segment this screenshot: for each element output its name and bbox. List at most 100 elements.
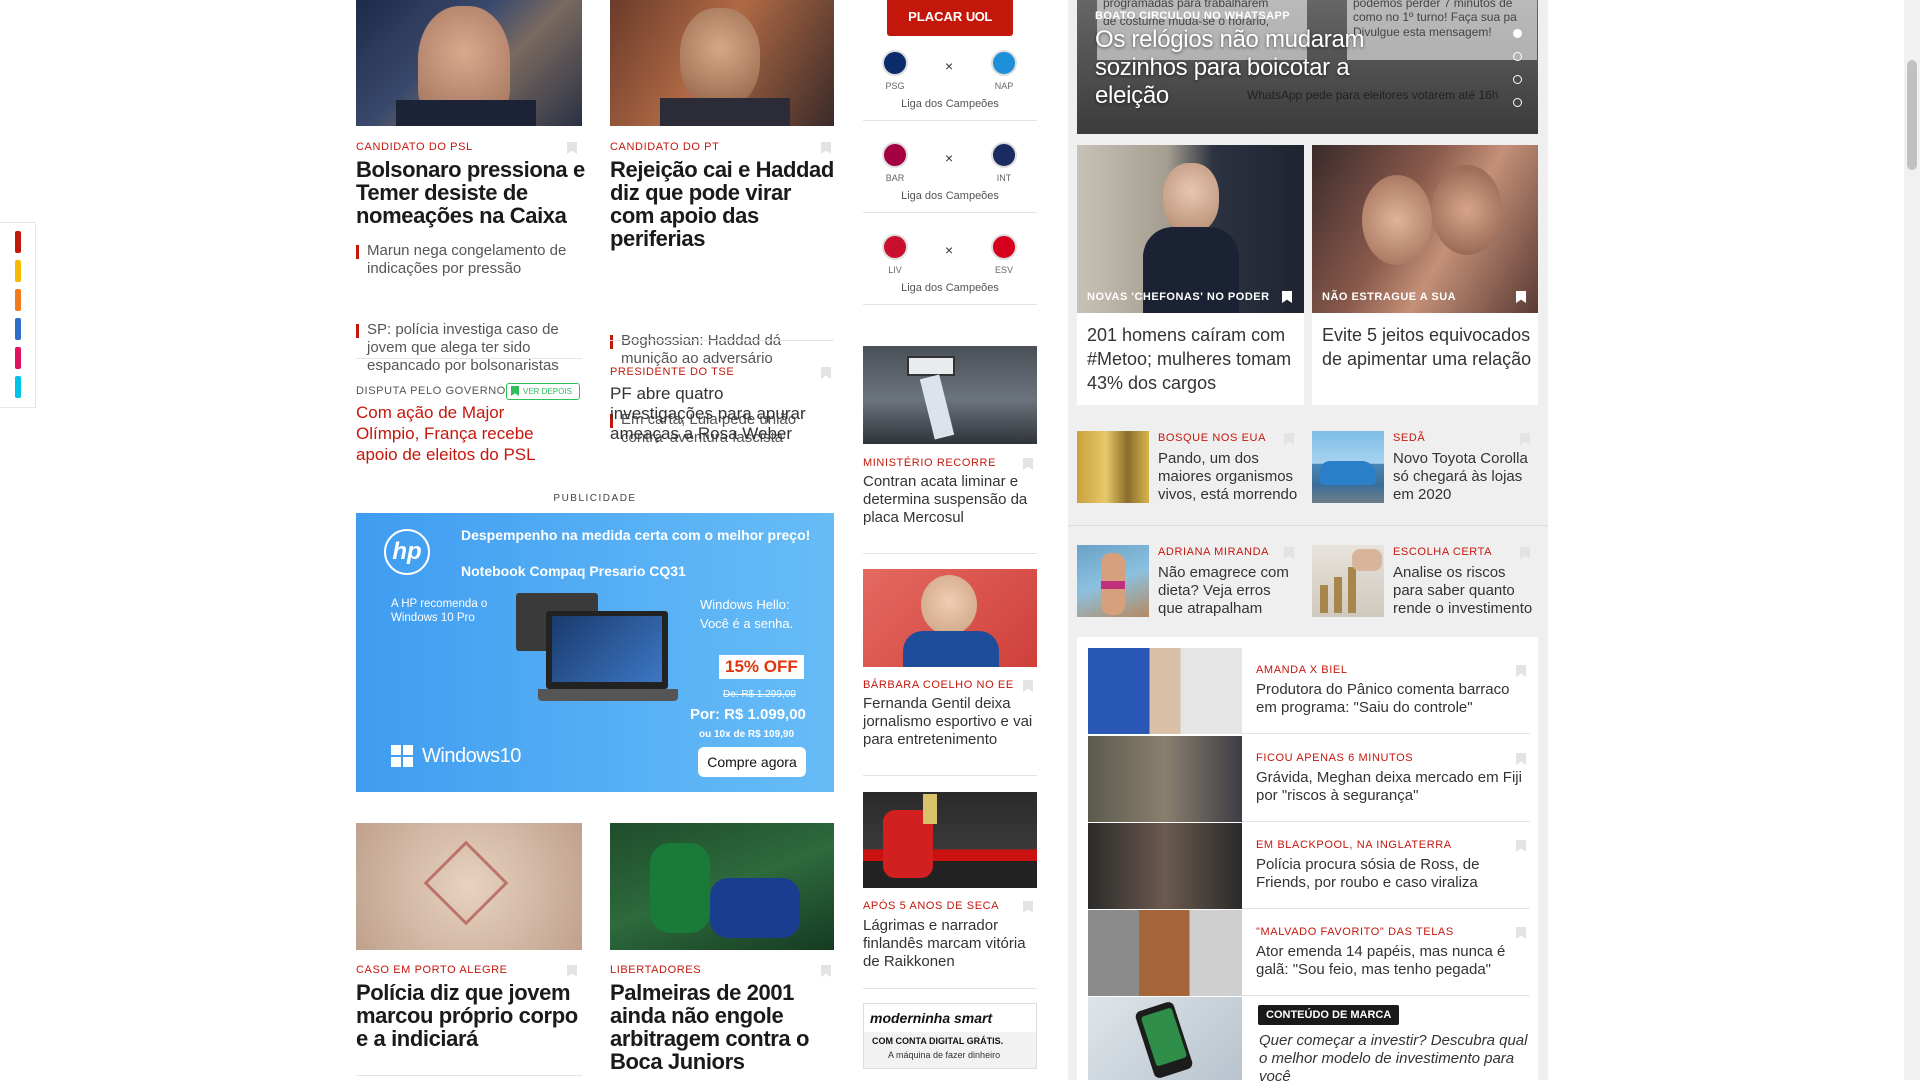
headline-link[interactable]: Pando, um dos maiores organismos vivos, … <box>1158 450 1298 504</box>
story-tag: BOSQUE NOS EUA <box>1158 432 1267 444</box>
bookmark-icon[interactable] <box>1516 665 1526 677</box>
robin-wright-photo <box>1077 145 1304 313</box>
match-row[interactable]: BAR × INT Liga dos Campeões <box>863 140 1037 222</box>
forest-thumb[interactable] <box>1077 431 1149 503</box>
card-title[interactable]: Evite 5 jeitos equivocados de apimentar … <box>1322 323 1534 371</box>
headline-link[interactable]: Produtora do Pânico comenta barraco em p… <box>1256 681 1526 717</box>
adriana-thumb[interactable] <box>1077 545 1149 617</box>
list-thumb <box>1088 736 1242 822</box>
team-crest-icon <box>991 142 1017 168</box>
bookmark-icon[interactable] <box>567 142 577 154</box>
headline-link[interactable]: Fernanda Gentil deixa jornalismo esporti… <box>863 695 1037 749</box>
share-twitter-icon[interactable] <box>15 376 21 398</box>
watch-later-button[interactable]: VER DEPOIS <box>506 383 580 400</box>
bookmark-icon[interactable] <box>821 142 831 154</box>
coins-thumb[interactable] <box>1312 545 1384 617</box>
share-email-icon[interactable] <box>15 231 21 253</box>
placar-button[interactable]: PLACAR UOL <box>887 0 1013 36</box>
share-rss-icon[interactable] <box>15 289 21 311</box>
versus-sign: × <box>945 58 954 74</box>
home-team-abbr: BAR <box>885 173 905 183</box>
ad-old-price: De: R$ 1.299,00 <box>723 689 796 700</box>
bookmark-icon[interactable] <box>1023 680 1033 692</box>
hero-title[interactable]: Os relógios não mudaram sozinhos para bo… <box>1095 26 1405 110</box>
sub-headline-link[interactable]: SP: polícia investiga caso de jovem que … <box>356 321 582 375</box>
headline-link[interactable]: Analise os riscos para saber quanto rend… <box>1393 564 1533 618</box>
sponsored-title[interactable]: Quer começar a investir? Descubra qual o… <box>1259 1032 1529 1086</box>
divider <box>863 304 1037 305</box>
haddad-photo[interactable] <box>610 0 834 126</box>
league-name: Liga dos Campeões <box>901 190 999 202</box>
headline-link[interactable]: Não emagrece com dieta? Veja erros que a… <box>1158 564 1298 618</box>
raikkonen-photo[interactable] <box>863 792 1037 888</box>
arm-photo[interactable] <box>356 823 582 950</box>
match-row[interactable]: PSG × NAP Liga dos Campeões <box>863 48 1037 130</box>
sub-headline-link[interactable]: Boghossian: Haddad dá munição ao adversá… <box>610 332 834 368</box>
bookmark-icon[interactable] <box>821 965 831 977</box>
headline-link[interactable]: Palmeiras de 2001 ainda não engole arbit… <box>610 981 834 1073</box>
corolla-thumb[interactable] <box>1312 431 1384 503</box>
bookmark-icon[interactable] <box>1023 458 1033 470</box>
headline-link[interactable]: PF abre quatro investigações para apurar… <box>610 384 830 444</box>
bookmark-icon[interactable] <box>1516 753 1526 765</box>
story-tag: "MALVADO FAVORITO" DAS TELAS <box>1256 926 1454 938</box>
feature-card[interactable]: NÃO ESTRAGUE A SUA Evite 5 jeitos equivo… <box>1312 145 1538 405</box>
home-team-abbr: LIV <box>888 265 902 275</box>
share-bar <box>0 222 36 408</box>
headline-link[interactable]: Contran acata liminar e determina suspen… <box>863 473 1037 527</box>
match-row[interactable]: LIV × ESV Liga dos Campeões <box>863 232 1037 314</box>
hero-carousel[interactable]: programadas para trabalharem de costume … <box>1077 0 1538 134</box>
hero-tag: BOATO CIRCULOU NO WHATSAPP <box>1095 10 1290 22</box>
carousel-dot[interactable] <box>1513 75 1522 84</box>
carousel-dot-active[interactable] <box>1513 29 1522 38</box>
ad-hello: Windows Hello: Você é a senha. <box>700 597 794 631</box>
headline-link[interactable]: Bolsonaro pressiona e Temer desiste de n… <box>356 158 586 227</box>
headline-link[interactable]: Grávida, Meghan deixa mercado em Fiji po… <box>1256 769 1526 805</box>
story-tag: ESCOLHA CERTA <box>1393 546 1493 558</box>
mercosul-plate-photo[interactable] <box>863 346 1037 444</box>
headline-link[interactable]: Ator emenda 14 papéis, mas nunca é galã:… <box>1256 943 1526 979</box>
sub-headline-link[interactable]: Marun nega congelamento de indicações po… <box>356 242 582 278</box>
bolsonaro-photo[interactable] <box>356 0 582 126</box>
fernanda-gentil-photo[interactable] <box>863 569 1037 667</box>
bookmark-icon[interactable] <box>1516 840 1526 852</box>
ad-product: Notebook Compaq Presario CQ31 <box>461 563 686 579</box>
divider <box>1068 525 1548 526</box>
hp-notebook-ad[interactable]: hp Despempenho na medida certa com o mel… <box>356 513 834 792</box>
ad-cta-button[interactable]: Compre agora <box>698 747 806 777</box>
bookmark-icon[interactable] <box>821 367 831 379</box>
bookmark-icon[interactable] <box>1023 901 1033 913</box>
carousel-dot[interactable] <box>1513 52 1522 61</box>
share-link-icon[interactable] <box>15 260 21 282</box>
headline-link[interactable]: Polícia procura sósia de Ross, de Friend… <box>1256 856 1526 892</box>
divider <box>356 1075 582 1076</box>
phone-hand-photo[interactable] <box>1088 997 1242 1080</box>
share-facebook-icon[interactable] <box>15 318 21 340</box>
bookmark-icon[interactable] <box>1516 927 1526 939</box>
bookmark-icon[interactable] <box>567 965 577 977</box>
headline-link[interactable]: Novo Toyota Corolla só chegará às lojas … <box>1393 450 1533 504</box>
list-item[interactable]: AMANDA X BIEL Produtora do Pânico coment… <box>1088 648 1538 734</box>
list-item[interactable]: FICOU APENAS 6 MINUTOS Grávida, Meghan d… <box>1088 736 1538 822</box>
feature-card[interactable]: NOVAS 'CHEFONAS' NO PODER 201 homens caí… <box>1077 145 1304 405</box>
list-item[interactable]: EM BLACKPOOL, NA INGLATERRA Polícia proc… <box>1088 823 1538 909</box>
story-tag: BÁRBARA COELHO NO EE <box>863 679 1014 691</box>
carousel-dot[interactable] <box>1513 98 1522 107</box>
divider <box>1242 908 1530 909</box>
headline-link[interactable]: Polícia diz que jovem marcou próprio cor… <box>356 981 582 1050</box>
list-item[interactable]: "MALVADO FAVORITO" DAS TELAS Ator emenda… <box>1088 910 1538 996</box>
hero-bg-text: podemos perder 7 minutos de <box>1353 0 1513 10</box>
page-scrollbar-thumb[interactable] <box>1907 60 1917 170</box>
headline-link[interactable]: Lágrimas e narrador finlandês marcam vit… <box>863 917 1037 971</box>
card-title[interactable]: 201 homens caíram com #Metoo; mulheres t… <box>1087 323 1299 395</box>
versus-sign: × <box>945 242 954 258</box>
hp-logo-icon: hp <box>384 529 430 575</box>
headline-link[interactable]: Rejeição cai e Haddad diz que pode virar… <box>610 158 840 250</box>
share-instagram-icon[interactable] <box>15 347 21 369</box>
moderninha-ad[interactable]: moderninha smart COM CONTA DIGITAL GRÁTI… <box>863 1003 1037 1069</box>
headline-link[interactable]: Com ação de Major Olímpio, França recebe… <box>356 402 566 465</box>
ad-installments: ou 10x de R$ 109,90 <box>699 729 795 740</box>
football-photo[interactable] <box>610 823 834 950</box>
story-tag: LIBERTADORES <box>610 964 702 976</box>
watch-later-label: VER DEPOIS <box>523 387 572 396</box>
